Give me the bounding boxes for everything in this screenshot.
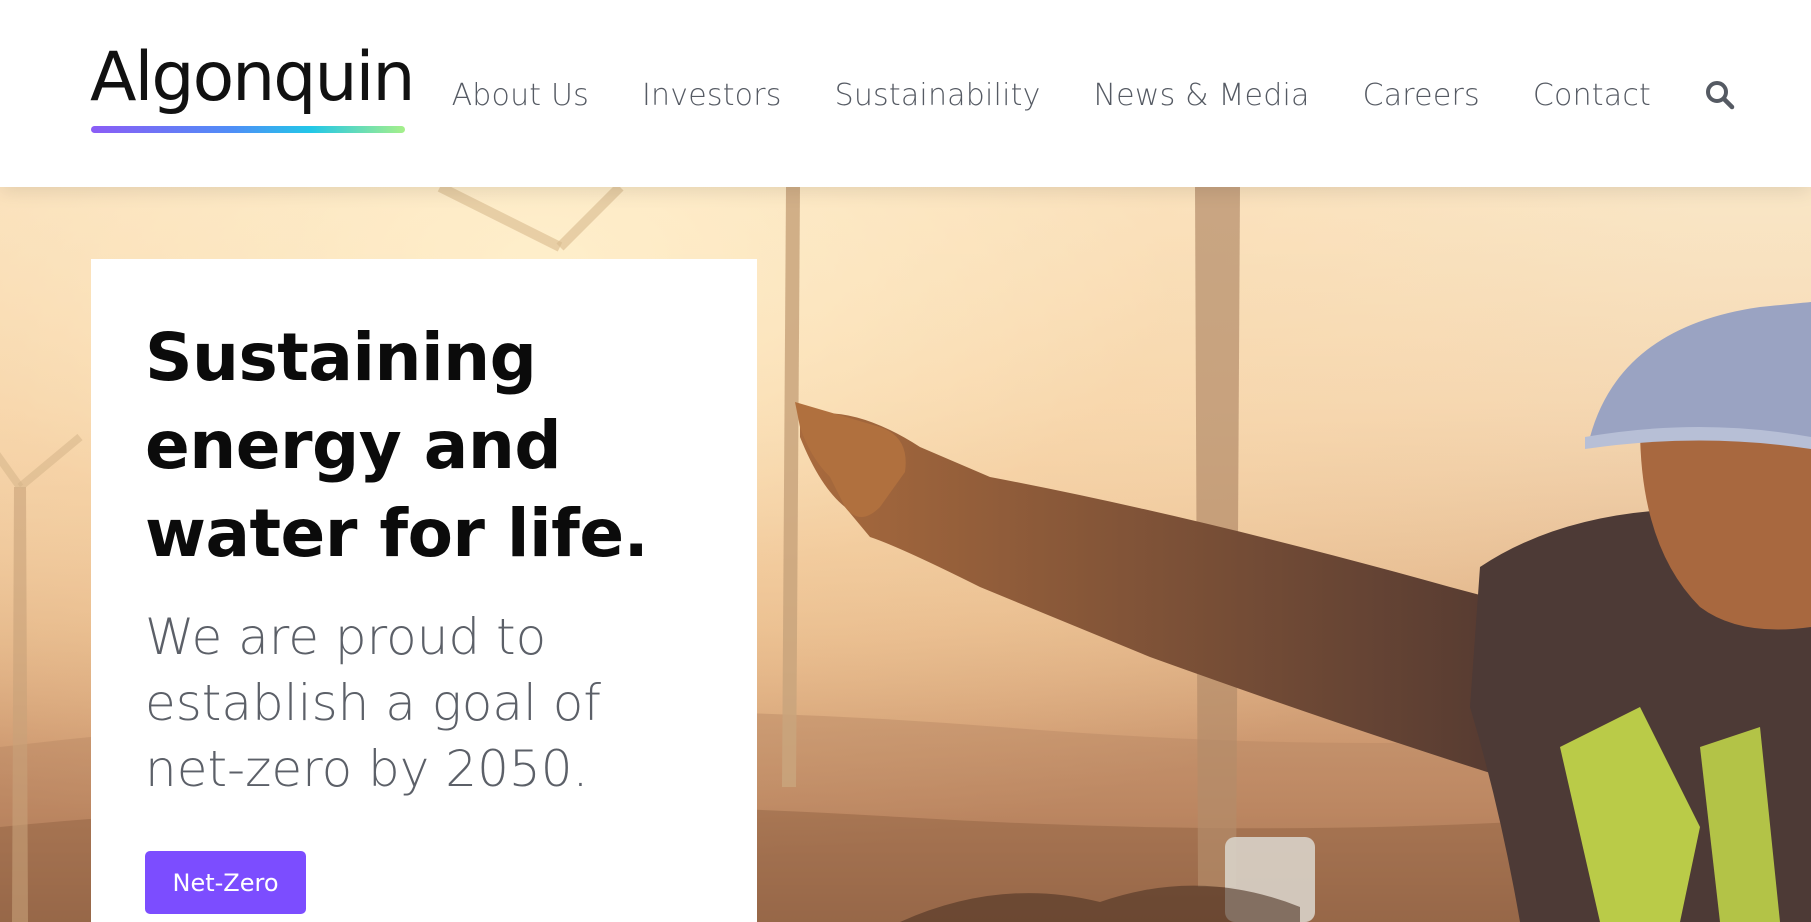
nav-item-news-media[interactable]: News & Media: [1094, 78, 1310, 113]
nav-item-contact[interactable]: Contact: [1533, 78, 1651, 113]
logo[interactable]: Algonquin: [90, 38, 416, 138]
hero-card: Sustaining energy and water for life. We…: [91, 259, 757, 922]
main-nav: About Us Investors Sustainability News &…: [452, 70, 1736, 120]
nav-item-about-us[interactable]: About Us: [452, 78, 589, 113]
hero-headline: Sustaining energy and water for life.: [145, 319, 649, 572]
logo-wordmark: Algonquin: [90, 38, 416, 117]
page: Algonquin About Us Investors Sustainabil…: [0, 0, 1811, 922]
site-header: Algonquin About Us Investors Sustainabil…: [0, 0, 1811, 187]
nav-item-investors[interactable]: Investors: [642, 78, 782, 113]
nav-item-careers[interactable]: Careers: [1363, 78, 1480, 113]
nav-item-sustainability[interactable]: Sustainability: [835, 78, 1041, 113]
logo-gradient-bar: [91, 126, 405, 133]
net-zero-button[interactable]: Net-Zero: [145, 851, 306, 914]
search-icon[interactable]: [1704, 79, 1736, 111]
hero-subtext: We are proud to establish a goal of net-…: [145, 608, 601, 798]
